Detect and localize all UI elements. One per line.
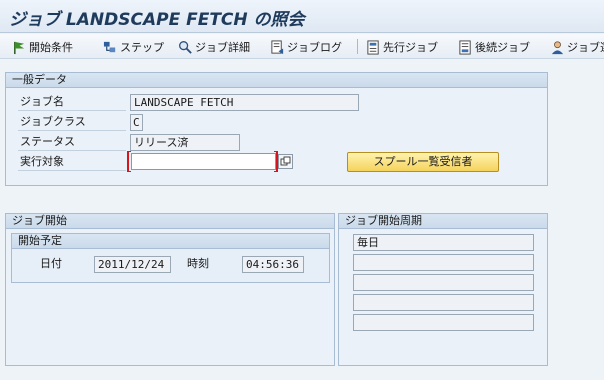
predecessor-job-icon bbox=[367, 39, 379, 55]
flag-icon bbox=[14, 41, 25, 54]
title-bar: ジョブ LANDSCAPE FETCH の照会 bbox=[0, 0, 604, 33]
toolbar-steps-button[interactable]: ステップ bbox=[103, 38, 164, 56]
planned-start-header: 開始予定 bbox=[12, 234, 329, 249]
steps-icon bbox=[103, 41, 116, 52]
period-row-1[interactable]: 毎日 bbox=[353, 234, 534, 251]
toolbar-label: 開始条件 bbox=[29, 41, 73, 54]
job-class-field[interactable]: C bbox=[130, 114, 143, 131]
job-name-field[interactable]: LANDSCAPE FETCH bbox=[130, 94, 359, 111]
successor-job-icon bbox=[459, 39, 471, 55]
toolbar-label: ステップ bbox=[120, 41, 164, 54]
toolbar-separator bbox=[357, 39, 358, 54]
period-row-3[interactable] bbox=[353, 274, 534, 291]
planned-start-group: 開始予定 日付 2011/12/24 時刻 04:56:36 bbox=[11, 233, 330, 283]
toolbar-job-details-button[interactable]: ジョブ詳細 bbox=[178, 38, 250, 56]
job-select-icon bbox=[551, 40, 564, 54]
date-label: 日付 bbox=[40, 257, 62, 270]
toolbar-label: ジョブ選 bbox=[567, 41, 604, 54]
window-title: ジョブ LANDSCAPE FETCH の照会 bbox=[9, 10, 305, 30]
time-label: 時刻 bbox=[187, 257, 209, 270]
job-start-group: ジョブ開始 開始予定 日付 2011/12/24 時刻 04:56:36 bbox=[5, 213, 335, 366]
status-label: ステータス bbox=[18, 133, 126, 151]
toolbar-label: ジョブログ bbox=[287, 41, 342, 54]
exec-target-input[interactable] bbox=[131, 153, 276, 170]
time-field[interactable]: 04:56:36 bbox=[242, 256, 304, 273]
application-toolbar: 開始条件 ステップ ジョブ詳細 ジョブログ 先行ジョブ 後続ジョブ ジョブ bbox=[0, 34, 604, 59]
toolbar-start-condition-button[interactable]: 開始条件 bbox=[12, 38, 73, 56]
job-name-label: ジョブ名 bbox=[18, 93, 126, 111]
period-row-5[interactable] bbox=[353, 314, 534, 331]
toolbar-job-log-button[interactable]: ジョブログ bbox=[270, 38, 342, 56]
value-help-button[interactable] bbox=[278, 154, 293, 169]
job-start-header: ジョブ開始 bbox=[6, 214, 334, 229]
exec-target-label: 実行対象 bbox=[18, 153, 126, 171]
general-data-header: 一般データ bbox=[6, 73, 547, 88]
value-help-icon bbox=[280, 156, 291, 166]
job-class-label: ジョブクラス bbox=[18, 113, 126, 131]
job-details-icon bbox=[179, 40, 192, 54]
toolbar-label: 先行ジョブ bbox=[383, 41, 438, 54]
job-log-icon bbox=[271, 39, 284, 54]
toolbar-predecessor-job-button[interactable]: 先行ジョブ bbox=[366, 38, 438, 56]
toolbar-job-select-button[interactable]: ジョブ選 bbox=[550, 38, 604, 56]
job-period-header: ジョブ開始周期 bbox=[339, 214, 547, 229]
toolbar-successor-job-button[interactable]: 後続ジョブ bbox=[458, 38, 530, 56]
general-data-group: 一般データ ジョブ名 LANDSCAPE FETCH ジョブクラス C ステータ… bbox=[5, 72, 548, 186]
spool-list-recipient-button[interactable]: スプール一覧受信者 bbox=[347, 152, 499, 172]
job-period-group: ジョブ開始周期 毎日 bbox=[338, 213, 548, 366]
toolbar-label: 後続ジョブ bbox=[475, 41, 530, 54]
period-row-4[interactable] bbox=[353, 294, 534, 311]
status-field[interactable]: リリース済 bbox=[130, 134, 240, 151]
date-field[interactable]: 2011/12/24 bbox=[94, 256, 171, 273]
period-row-2[interactable] bbox=[353, 254, 534, 271]
toolbar-label: ジョブ詳細 bbox=[195, 41, 250, 54]
